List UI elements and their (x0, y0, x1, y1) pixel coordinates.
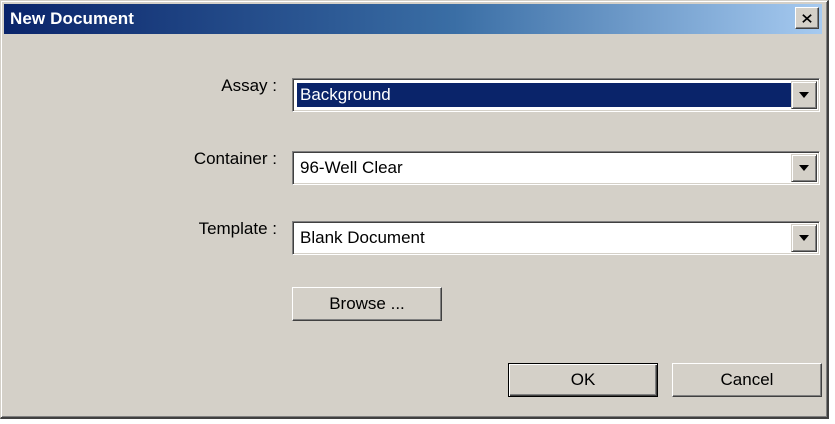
cancel-button[interactable]: Cancel (672, 363, 822, 397)
window-title: New Document (10, 9, 134, 28)
assay-selected-value: Background (296, 82, 792, 108)
container-selected-value: 96-Well Clear (300, 158, 403, 177)
chevron-down-icon (799, 165, 809, 171)
assay-select[interactable]: Background (292, 78, 820, 112)
browse-button[interactable]: Browse ... (292, 287, 442, 321)
assay-label: Assay : (221, 76, 277, 95)
chevron-down-icon (799, 235, 809, 241)
title-bar[interactable]: New Document (4, 4, 822, 34)
new-document-dialog: New Document Assay : Background Containe… (0, 0, 829, 419)
close-button[interactable] (795, 7, 819, 29)
container-label: Container : (193, 149, 277, 168)
template-selected-value: Blank Document (300, 228, 425, 247)
close-icon (802, 13, 812, 23)
template-dropdown-button[interactable] (791, 224, 817, 252)
ok-button[interactable]: OK (508, 363, 658, 397)
container-select[interactable]: 96-Well Clear (292, 151, 820, 185)
assay-dropdown-button[interactable] (791, 81, 817, 109)
chevron-down-icon (799, 92, 809, 98)
template-select[interactable]: Blank Document (292, 221, 820, 255)
template-label: Template : (198, 219, 277, 238)
container-dropdown-button[interactable] (791, 154, 817, 182)
